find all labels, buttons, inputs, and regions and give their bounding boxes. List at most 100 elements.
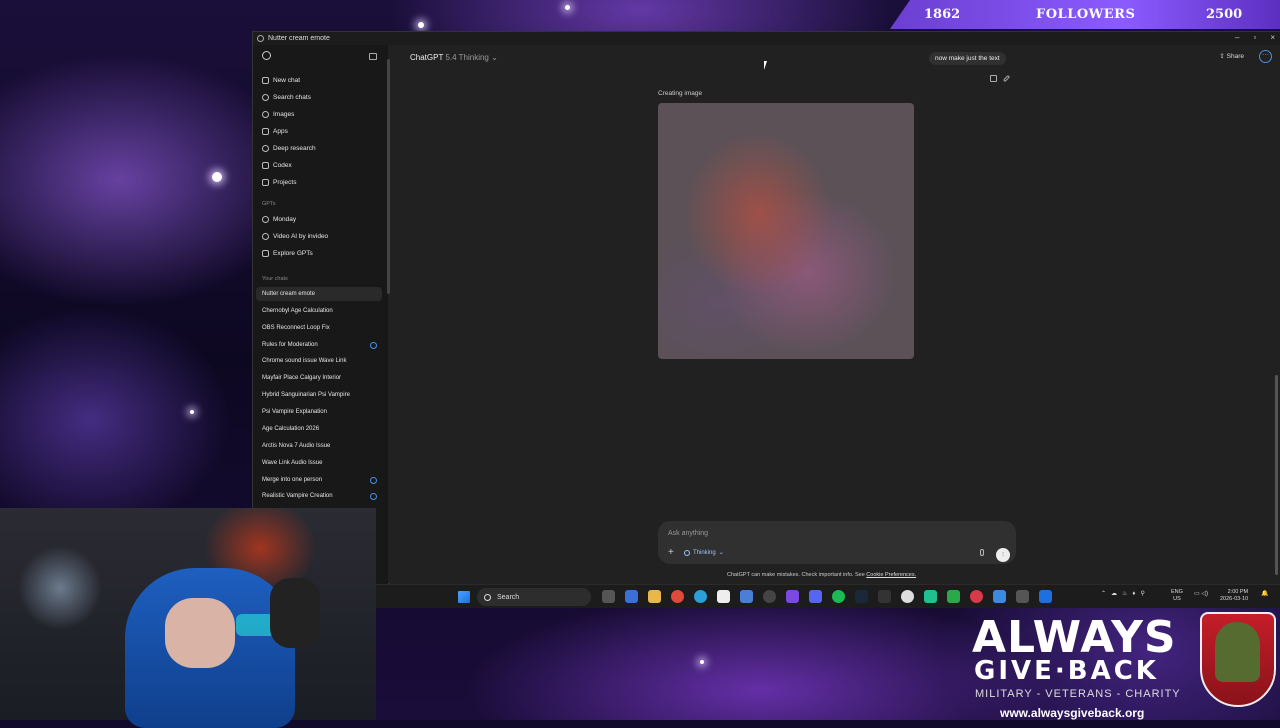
folder-icon (262, 178, 269, 186)
disclaimer: ChatGPT can make mistakes. Check importa… (727, 572, 916, 578)
notification-bell-icon[interactable]: 🔔 (1261, 590, 1268, 597)
chat-item[interactable]: Hybrid Sanguinarian Psi Vampire (256, 388, 382, 402)
share-button[interactable]: ⇪ Share (1219, 52, 1244, 60)
region-code: US (1173, 596, 1181, 602)
sparkle (418, 22, 424, 28)
voice-mode-button[interactable]: ⫶ (996, 548, 1010, 562)
apps-icon (262, 127, 269, 135)
thinking-mode-pill[interactable]: Thinking ⌄ (684, 549, 724, 556)
your-chats-heading: Your chats (262, 276, 288, 282)
lang-code: ENG (1171, 589, 1183, 595)
language-indicator[interactable]: ENG US (1171, 589, 1183, 603)
message-actions (990, 74, 1011, 83)
chat-label: Rules for Moderation (262, 342, 318, 348)
app-icon[interactable] (970, 590, 983, 603)
gpt-item-monday[interactable]: Monday (256, 212, 382, 226)
app-icon[interactable] (878, 590, 891, 603)
microphone-icon[interactable] (980, 549, 984, 556)
chat-item[interactable]: Wave Link Audio Issue (256, 456, 382, 470)
system-tray[interactable]: ⌃ ☁ ♨ ♦ ⚲ (1101, 590, 1145, 597)
discord-icon[interactable] (809, 590, 822, 603)
app-icon[interactable] (740, 590, 753, 603)
prompt-input[interactable]: Ask anything (668, 530, 708, 537)
edge-icon[interactable] (694, 590, 707, 603)
chrome-icon[interactable] (671, 590, 684, 603)
chat-item[interactable]: Mayfair Place Calgary Interior (256, 371, 382, 385)
obs-icon[interactable] (763, 590, 776, 603)
gpt-label: Explore GPTs (273, 249, 313, 257)
app-icon[interactable] (947, 590, 960, 603)
chat-item[interactable]: Chrome sound issue Wave Link (256, 354, 382, 368)
composer: Ask anything + Thinking ⌄ ⫶ (658, 521, 1016, 564)
monday-avatar-icon (262, 215, 269, 223)
chat-item[interactable]: Merge into one person (256, 473, 382, 487)
thinking-label: Thinking (693, 549, 716, 556)
close-button[interactable]: × (1270, 33, 1275, 42)
gpt-item-video-ai[interactable]: Video AI by invideo (256, 229, 382, 243)
chatgpt-icon[interactable] (901, 590, 914, 603)
network-volume-icons[interactable]: ▭ ◁) (1194, 590, 1208, 597)
sidebar-item-deep-research[interactable]: Deep research (256, 141, 382, 155)
main-scrollbar[interactable] (1275, 375, 1278, 575)
logo-line2: GIVE·BACK (974, 656, 1159, 686)
windows-start-icon[interactable] (458, 591, 470, 603)
widgets-icon[interactable] (625, 590, 638, 603)
app-icon[interactable] (1039, 590, 1052, 603)
app-icon (257, 35, 264, 42)
maximize-button[interactable]: ▫ (1253, 33, 1256, 42)
add-attachment-icon[interactable]: + (668, 548, 674, 558)
taskbar: Search ⌃ ☁ ♨ ♦ ⚲ ENG US ▭ ◁) 2:00 PM 2026-… (376, 584, 1280, 608)
sidebar-item-apps[interactable]: Apps (256, 124, 382, 138)
gpts-heading: GPTs (262, 201, 276, 207)
followers-goal: 2500 (1206, 7, 1243, 22)
image-status: Creating image (658, 90, 703, 97)
soldier-icon (1215, 622, 1260, 682)
app-icon[interactable] (786, 590, 799, 603)
chat-item[interactable]: Nutter cream emote (256, 287, 382, 301)
chatgpt-logo-icon[interactable] (262, 51, 271, 60)
sidebar-item-label: Images (273, 110, 295, 118)
sidebar-item-label: Projects (273, 178, 297, 186)
share-label: Share (1226, 53, 1244, 60)
chat-item[interactable]: Age Calculation 2026 (256, 422, 382, 436)
spotify-icon[interactable] (832, 590, 845, 603)
taskbar-search-label: Search (497, 593, 520, 601)
model-name: ChatGPT (410, 53, 444, 62)
webcam-feed (0, 508, 376, 728)
sidebar-item-images[interactable]: Images (256, 107, 382, 121)
model-selector[interactable]: ChatGPT 5.4 Thinking ⌄ (410, 53, 498, 62)
taskbar-search[interactable]: Search (477, 588, 591, 606)
browser-window: Nutter cream emote – ▫ × New chat Search… (252, 31, 1280, 585)
task-view-icon[interactable] (602, 590, 615, 603)
chat-item[interactable]: Arctis Nova 7 Audio Issue (256, 439, 382, 453)
minimize-button[interactable]: – (1235, 33, 1239, 42)
sidebar-item-new-chat[interactable]: New chat (256, 73, 382, 87)
sidebar-toggle-icon[interactable] (369, 53, 377, 60)
chat-item[interactable]: Chernobyl Age Calculation (256, 304, 382, 318)
sidebar-item-projects[interactable]: Projects (256, 175, 382, 189)
sidebar-item-label: Search chats (273, 93, 311, 101)
thinking-icon (684, 549, 690, 556)
sidebar-item-codex[interactable]: Codex (256, 158, 382, 172)
copy-icon[interactable] (990, 75, 997, 82)
terminal-icon[interactable] (1016, 590, 1029, 603)
store-icon[interactable] (717, 590, 730, 603)
share-icon: ⇪ (1219, 53, 1227, 60)
chat-item[interactable]: OBS Reconnect Loop Fix (256, 321, 382, 335)
explore-gpts-icon (262, 249, 269, 257)
file-explorer-icon[interactable] (648, 590, 661, 603)
edit-icon[interactable] (1002, 74, 1011, 83)
shared-badge-icon (370, 492, 377, 500)
gpt-item-explore[interactable]: Explore GPTs (256, 246, 382, 260)
app-icon[interactable] (924, 590, 937, 603)
app-icon[interactable] (993, 590, 1006, 603)
cookie-preferences-link[interactable]: Cookie Preferences. (866, 572, 916, 578)
window-title: Nutter cream emote (268, 35, 330, 42)
more-options-button[interactable]: ⋯ (1259, 50, 1272, 63)
chat-item[interactable]: Rules for Moderation (256, 338, 382, 352)
clock[interactable]: 2:00 PM 2026-03-10 (1220, 589, 1248, 603)
sidebar-item-search-chats[interactable]: Search chats (256, 90, 382, 104)
chat-item[interactable]: Realistic Vampire Creation (256, 489, 382, 503)
chat-item[interactable]: Psi Vampire Explanation (256, 405, 382, 419)
steam-icon[interactable] (855, 590, 868, 603)
